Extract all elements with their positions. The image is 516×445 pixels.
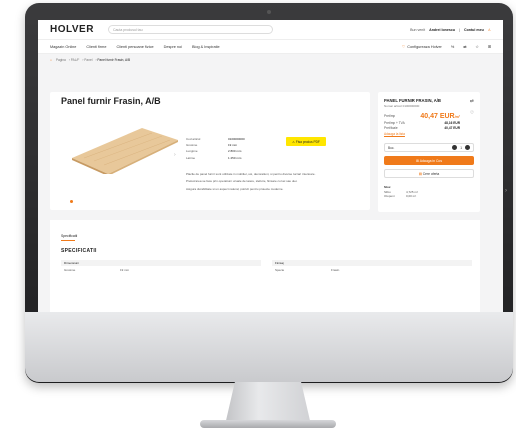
stock-amount: 0,00 m² bbox=[406, 194, 417, 199]
header-account: Bun venit Andrei Ionescu | Contul meu ♙ bbox=[410, 28, 491, 32]
greeting-text: Bun venit bbox=[410, 27, 426, 32]
description-paragraph: Prelucrarea se face prin operatiuni uzua… bbox=[186, 179, 298, 184]
table-row: Specie Frasin bbox=[272, 266, 472, 273]
price-label: Pret/mp bbox=[384, 114, 396, 118]
star-icon[interactable]: ☆ bbox=[475, 44, 478, 49]
panel-tools: ⇄ ♡ bbox=[470, 98, 474, 116]
breadcrumb-item[interactable]: PAL/F bbox=[71, 58, 80, 62]
webpage-screen: HOLVER Cauta produsul tau Bun venit Andr… bbox=[38, 20, 503, 312]
specs-section: Specificatii SPECIFICATII Dimensiuni Gro… bbox=[50, 220, 480, 312]
nav-item-shop[interactable]: Magazin Online bbox=[50, 45, 76, 49]
article-number: Numar articol 0100000000 bbox=[384, 104, 420, 108]
stock-info: Stoc Sibiu 4,725 m² Otopeni 0,00 m² bbox=[384, 185, 474, 198]
spec-value: 1 250 mm bbox=[228, 155, 242, 160]
price-sheet-label: Pret/foaie bbox=[384, 126, 398, 131]
section-title: SPECIFICATII bbox=[61, 248, 97, 254]
table-cell: Grosime bbox=[64, 267, 76, 272]
heart-icon[interactable]: ♡ bbox=[470, 110, 474, 116]
product-description: Placile de panel furnir sunt utilizate i… bbox=[186, 172, 326, 194]
monitor-base bbox=[200, 420, 336, 428]
qty-value[interactable]: 1 bbox=[460, 146, 462, 150]
separator: | bbox=[459, 27, 460, 32]
tab-specs[interactable]: Specificatii bbox=[61, 234, 77, 238]
purchase-panel: ⇄ ♡ PANEL FURNIR FRASIN, A/B Numar artic… bbox=[378, 92, 480, 212]
quantity-stepper[interactable]: Buc. 1 bbox=[384, 143, 474, 153]
breadcrumb-current: Panel furnir Frasin, A/B bbox=[97, 58, 131, 62]
product-image[interactable] bbox=[72, 128, 178, 174]
table-cell: 19 mm bbox=[120, 267, 130, 272]
compare-icon[interactable]: ⇄ bbox=[470, 98, 474, 104]
breadcrumb-item[interactable]: Panel bbox=[84, 58, 92, 62]
cart-icon[interactable]: ⊞ bbox=[488, 44, 491, 49]
minus-button[interactable] bbox=[452, 145, 458, 151]
scroll-arrow-icon[interactable]: › bbox=[505, 188, 507, 194]
percent-icon[interactable]: % bbox=[451, 45, 454, 49]
table-row: Grosime 19 mm bbox=[61, 266, 261, 273]
spec-table: Finisaj Specie Frasin bbox=[272, 260, 472, 273]
quote-button[interactable]: ▤ Cere oferta bbox=[384, 169, 474, 179]
nav-item-private[interactable]: Clienti persoane fizice bbox=[116, 45, 153, 49]
camera-dot bbox=[267, 10, 271, 14]
user-icon[interactable]: ♙ bbox=[488, 28, 491, 32]
configurator-link[interactable]: Configureaza Holver bbox=[402, 44, 442, 49]
search-placeholder: Cauta produsul tau bbox=[112, 27, 143, 32]
search-input[interactable]: Cauta produsul tau bbox=[107, 25, 273, 34]
breadcrumb: ⌂ Pagina › PAL/F › Panel › Panel furnir Fra… bbox=[50, 58, 131, 62]
compare-link[interactable]: Adauga la lista bbox=[384, 132, 474, 138]
nav-item-business[interactable]: Clienti firme bbox=[86, 45, 106, 49]
qty-label: Buc. bbox=[388, 145, 395, 150]
pdf-button[interactable]: ⚠ Fisa produs PDF bbox=[286, 137, 326, 146]
user-name: Andrei Ionescu bbox=[429, 27, 456, 32]
site-header: HOLVER Cauta produsul tau Bun venit Andr… bbox=[38, 20, 503, 40]
main-nav: Magazin Online Clienti firme Clienti per… bbox=[38, 40, 503, 54]
nav-tools: Configureaza Holver % ⇄ ☆ ⊞ bbox=[402, 44, 491, 50]
account-link[interactable]: Contul meu bbox=[464, 28, 484, 32]
price-unit: /m² bbox=[454, 115, 460, 119]
price-value: 40,47 EUR bbox=[420, 113, 455, 120]
home-icon[interactable]: ⌂ bbox=[50, 58, 52, 62]
add-to-cart-label: Adauga in Cos bbox=[419, 158, 443, 163]
spec-table: Dimensiuni Grosime 19 mm bbox=[61, 260, 261, 273]
monitor-chin bbox=[25, 312, 513, 382]
site-logo[interactable]: HOLVER bbox=[50, 24, 94, 35]
description-paragraph: Placile de panel furnir sunt utilizate i… bbox=[186, 172, 316, 176]
add-to-cart-button[interactable]: ⊞ Adauga in Cos bbox=[384, 156, 474, 166]
table-cell: Frasin bbox=[331, 267, 340, 272]
nav-item-about[interactable]: Despre noi bbox=[164, 45, 182, 49]
page-title: Panel furnir Frasin, A/B bbox=[61, 96, 161, 106]
stock-amount: 4,725 m² bbox=[406, 189, 418, 194]
table-cell: Specie bbox=[275, 267, 285, 272]
plus-button[interactable] bbox=[465, 145, 470, 151]
breadcrumb-item[interactable]: Pagina bbox=[56, 58, 66, 62]
nav-item-blog[interactable]: Blog & Inspiratie bbox=[192, 45, 220, 49]
product-card: Panel furnir Frasin, A/B › Cod articol 01… bbox=[50, 92, 370, 210]
price-list: Pret/mp 40,47 EUR/m² Pret/mp + TVA 48,16 E… bbox=[384, 113, 474, 138]
scene: HOLVER Cauta produsul tau Bun venit Andr… bbox=[0, 0, 516, 445]
quote-label: Cere oferta bbox=[422, 171, 440, 176]
stock-location: Otopeni bbox=[384, 194, 395, 199]
product-specs: Cod articol 0100000000 Grosime 19 mm Lungi… bbox=[186, 136, 245, 161]
compare-icon[interactable]: ⇄ bbox=[463, 44, 466, 49]
description-paragraph: Asigura durabilitate si un aspect natura… bbox=[186, 186, 284, 191]
monitor-stand bbox=[225, 382, 311, 422]
gallery-dot[interactable] bbox=[70, 200, 73, 203]
price-sheet-value: 40,47 EUR bbox=[444, 126, 460, 131]
stock-title: Stoc bbox=[384, 185, 391, 190]
tab-underline bbox=[61, 240, 75, 241]
panel-title: PANEL FURNIR FRASIN, A/B bbox=[384, 98, 441, 103]
spec-key: Latime bbox=[186, 155, 196, 160]
pdf-button-label: Fisa produs PDF bbox=[295, 139, 320, 144]
gallery-next-icon[interactable]: › bbox=[174, 152, 176, 158]
